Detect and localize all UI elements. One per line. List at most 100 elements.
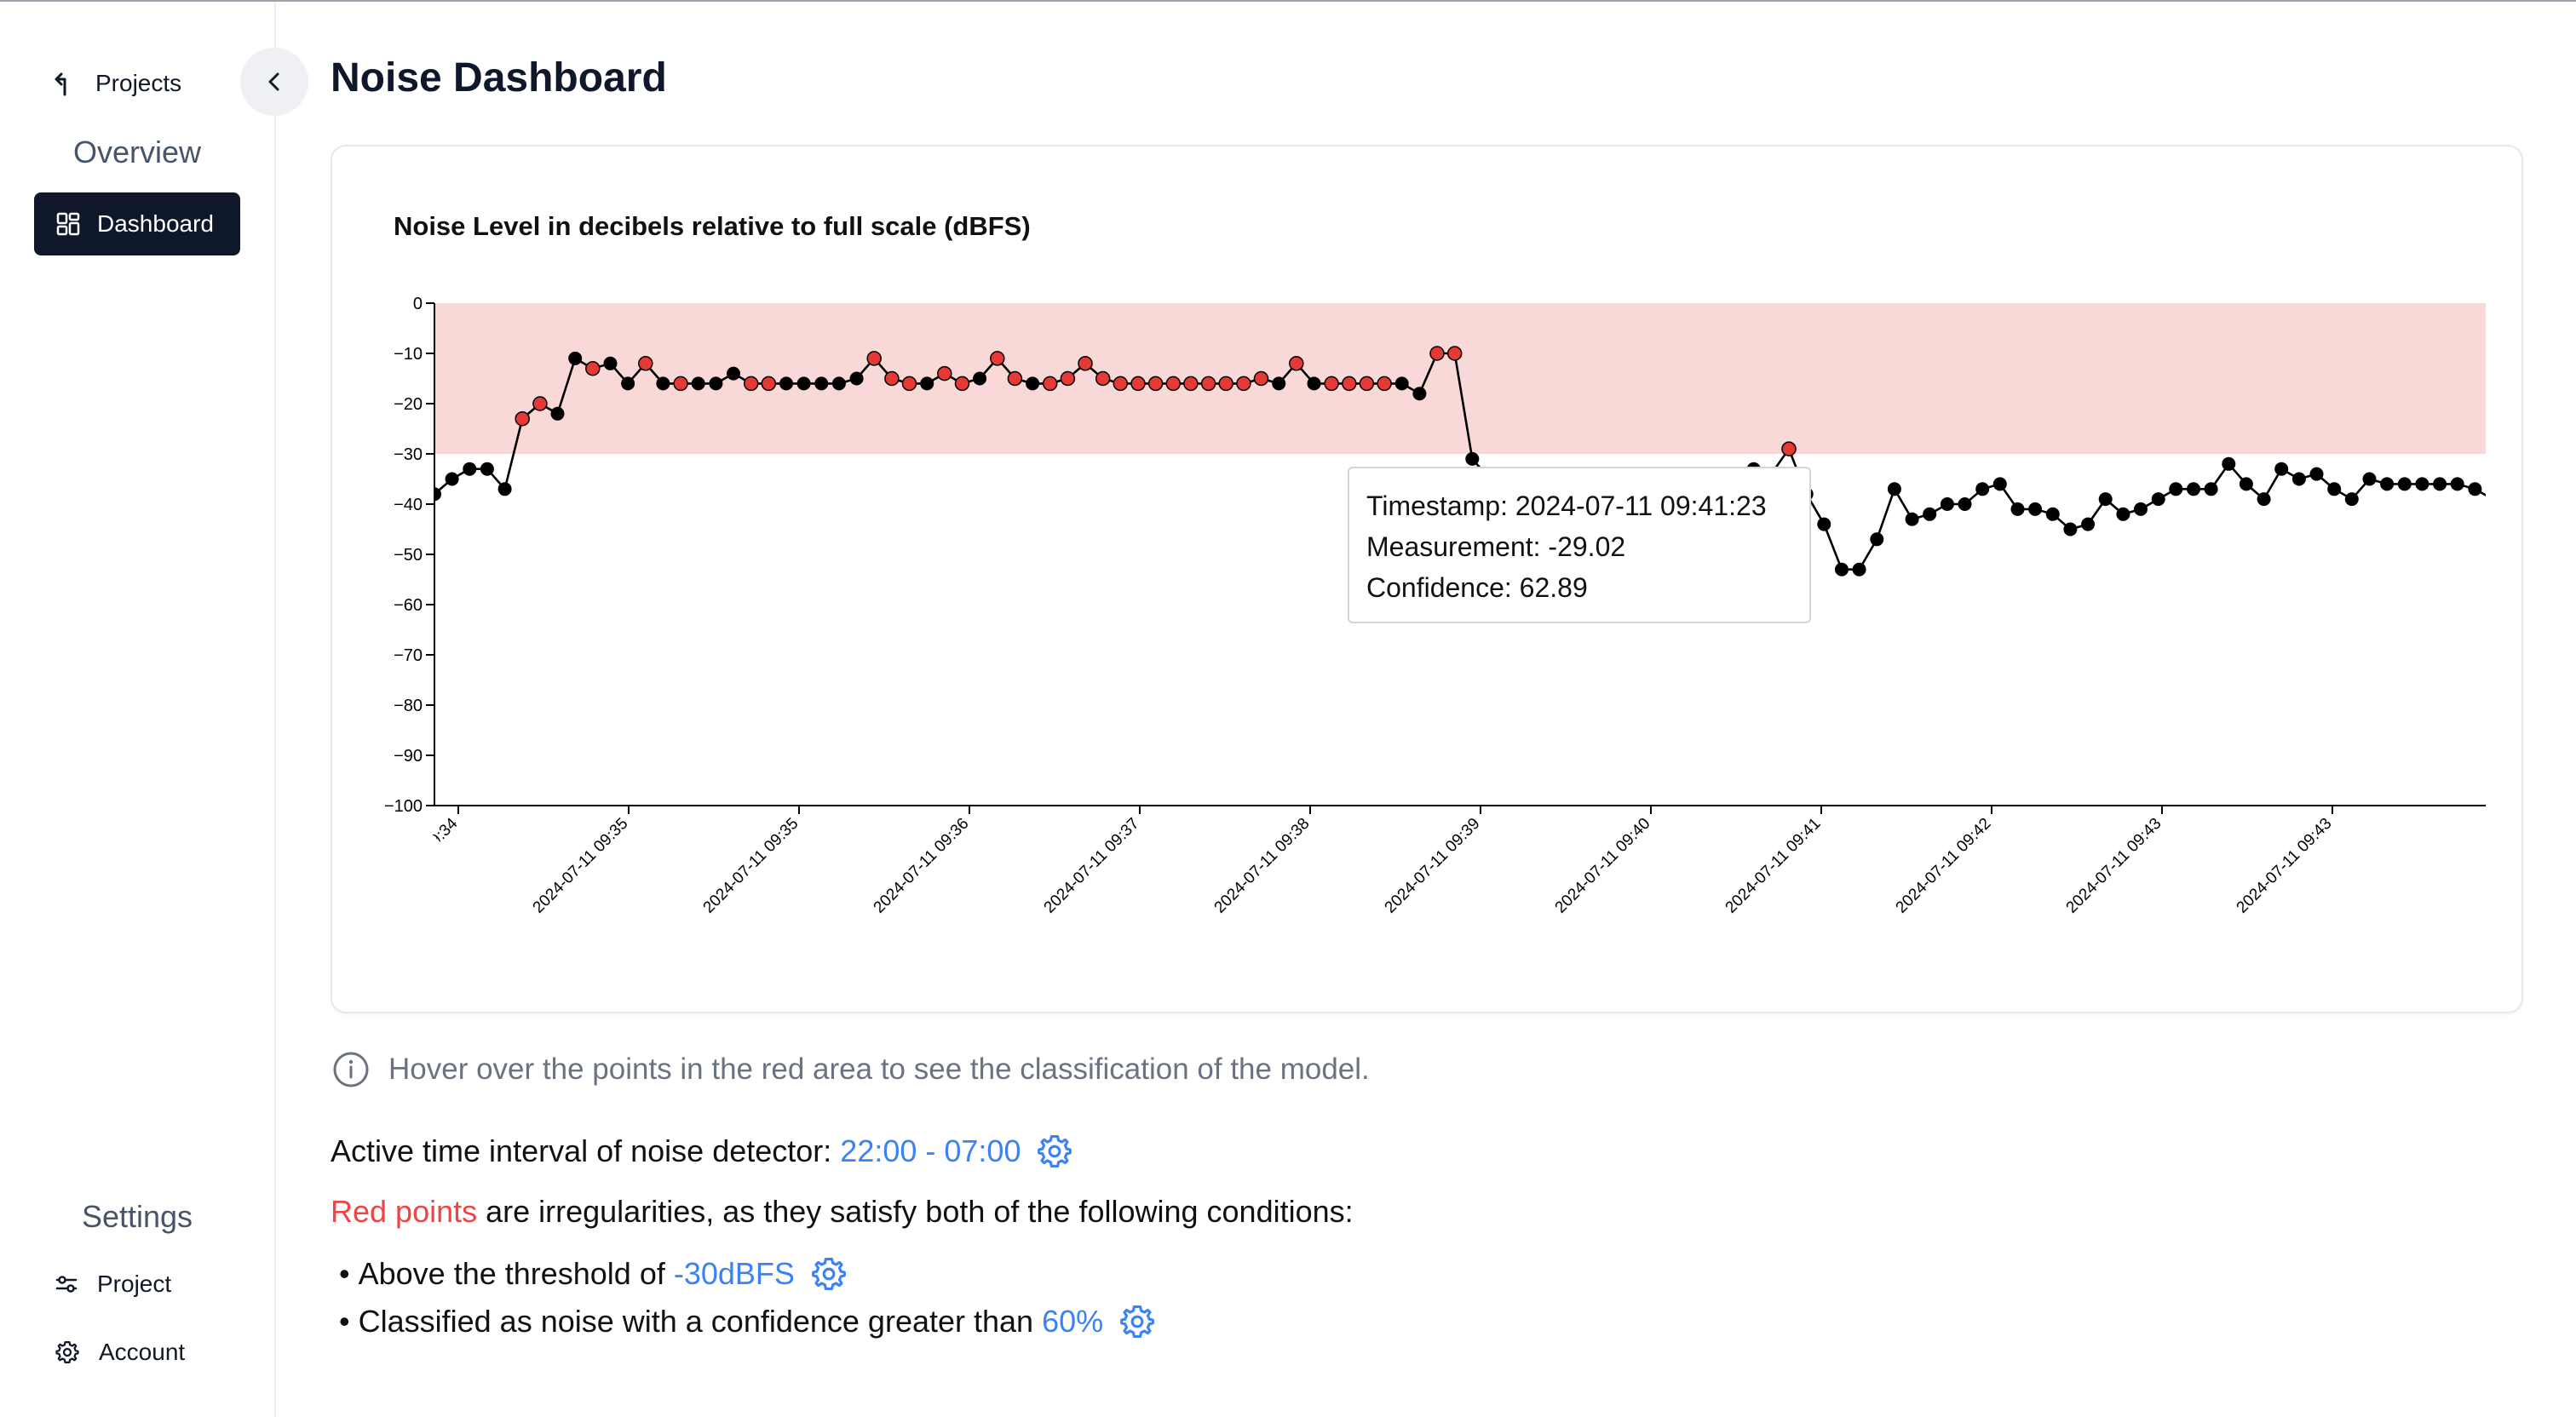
data-point bbox=[2063, 522, 2078, 536]
irregular-data-point bbox=[1377, 376, 1392, 392]
data-point bbox=[1272, 376, 1286, 391]
data-point bbox=[2045, 507, 2060, 521]
x-tick-label: 2024-07-11 09:42 bbox=[1893, 815, 1995, 917]
settings-heading: Settings bbox=[81, 1199, 193, 1234]
data-point bbox=[550, 406, 565, 421]
irregular-data-point bbox=[1095, 370, 1111, 387]
x-tick-label: 2024-07-11 09:34 bbox=[359, 814, 462, 916]
data-point bbox=[434, 487, 441, 502]
condition-threshold: • Above the threshold of -30dBFS bbox=[339, 1255, 848, 1293]
irregular-data-point bbox=[1236, 376, 1251, 392]
tooltip-measurement: Measurement: -29.02 bbox=[1366, 531, 1626, 562]
data-point bbox=[709, 376, 723, 391]
y-tick-label: 0 bbox=[413, 295, 423, 313]
gear-icon bbox=[1120, 1305, 1155, 1338]
projects-link-label: Projects bbox=[95, 70, 182, 96]
data-point bbox=[2415, 477, 2429, 491]
bullet-dot: • bbox=[339, 1256, 359, 1291]
data-point bbox=[2344, 492, 2359, 507]
data-point bbox=[2116, 507, 2130, 521]
interval-settings-button[interactable] bbox=[1036, 1133, 1073, 1170]
y-tick-label: −60 bbox=[394, 596, 423, 615]
confidence-settings-button[interactable] bbox=[1118, 1303, 1156, 1340]
data-point bbox=[2098, 492, 2113, 507]
data-point bbox=[2204, 482, 2218, 496]
irregular-data-point bbox=[1130, 376, 1146, 392]
data-point bbox=[568, 351, 583, 365]
data-point bbox=[480, 462, 494, 476]
data-point bbox=[2151, 492, 2165, 507]
data-point bbox=[2222, 456, 2236, 471]
data-point bbox=[2274, 462, 2289, 476]
data-point bbox=[2468, 482, 2482, 496]
y-tick-label: −50 bbox=[394, 546, 423, 565]
data-point bbox=[1905, 512, 1919, 526]
x-tick-label: 2024-07-11 09:38 bbox=[1211, 815, 1314, 917]
data-point bbox=[2433, 477, 2447, 491]
threshold-value[interactable]: -30dBFS bbox=[674, 1256, 795, 1292]
conditions-intro: Red points are irregularities, as they s… bbox=[331, 1194, 1354, 1230]
sidebar-item-dashboard[interactable]: Dashboard bbox=[34, 192, 240, 255]
irregular-data-point bbox=[937, 365, 952, 382]
irregular-data-point bbox=[1218, 376, 1233, 392]
x-tick-label: 2024-07-11 09:41 bbox=[1722, 815, 1825, 917]
sidebar-item-project[interactable]: Project bbox=[55, 1271, 171, 1298]
collapse-sidebar-button[interactable] bbox=[240, 48, 308, 116]
chart-tooltip: Timestamp: 2024-07-11 09:41:23 Measureme… bbox=[1348, 467, 1811, 623]
irregular-data-point bbox=[1147, 376, 1164, 392]
sidebar-item-label: Project bbox=[97, 1271, 172, 1297]
data-point bbox=[1992, 477, 2007, 491]
gear-icon bbox=[1038, 1135, 1072, 1167]
data-point bbox=[2291, 472, 2306, 486]
data-point bbox=[1940, 497, 1954, 511]
data-point bbox=[1975, 482, 1990, 496]
irregular-data-point bbox=[761, 376, 777, 392]
conditions-text: are irregularities, as they satisfy both… bbox=[477, 1194, 1354, 1229]
data-point bbox=[2362, 472, 2377, 486]
data-point bbox=[656, 376, 670, 391]
data-point bbox=[1307, 376, 1321, 391]
overview-heading: Overview bbox=[72, 135, 202, 169]
y-tick-label: −90 bbox=[394, 747, 423, 766]
irregular-data-point bbox=[1078, 356, 1093, 371]
red-points-label: Red points bbox=[331, 1194, 478, 1229]
irregular-data-point bbox=[1446, 346, 1463, 361]
data-point bbox=[1026, 376, 1040, 391]
page-title: Noise Dashboard bbox=[331, 55, 667, 100]
data-point bbox=[2380, 477, 2395, 491]
data-point bbox=[796, 376, 811, 391]
active-interval-line: Active time interval of noise detector: … bbox=[331, 1133, 1073, 1170]
data-point bbox=[1923, 507, 1937, 521]
irregular-data-point bbox=[1781, 441, 1797, 456]
gear-icon bbox=[812, 1258, 846, 1290]
grid-icon bbox=[56, 212, 80, 236]
data-point bbox=[2397, 477, 2412, 491]
irregular-data-point bbox=[1324, 376, 1339, 392]
data-point bbox=[727, 366, 740, 381]
irregular-data-point bbox=[866, 351, 882, 366]
y-tick-label: −40 bbox=[394, 496, 423, 514]
x-tick-label: 2024-07-11 09:43 bbox=[2063, 815, 2165, 917]
data-point bbox=[973, 371, 987, 386]
data-point bbox=[2187, 482, 2200, 496]
irregular-data-point bbox=[884, 370, 900, 387]
irregular-data-point bbox=[532, 396, 548, 411]
irregular-data-point bbox=[954, 376, 970, 392]
info-icon bbox=[333, 1052, 369, 1087]
sidebar-item-label: Account bbox=[99, 1339, 186, 1365]
irregular-data-point bbox=[1183, 376, 1199, 392]
y-tick-label: −10 bbox=[394, 345, 423, 364]
data-point bbox=[779, 376, 793, 391]
irregular-data-point bbox=[1342, 376, 1357, 392]
threshold-settings-button[interactable] bbox=[810, 1255, 848, 1293]
corner-up-left-icon bbox=[55, 72, 66, 96]
sliders-icon bbox=[55, 1276, 78, 1293]
confidence-value[interactable]: 60% bbox=[1042, 1304, 1103, 1340]
irregular-data-point bbox=[1253, 370, 1269, 387]
irregular-data-point bbox=[1200, 376, 1216, 392]
interval-value[interactable]: 22:00 - 07:00 bbox=[840, 1133, 1021, 1169]
sidebar-item-account[interactable]: Account bbox=[55, 1339, 185, 1366]
projects-link[interactable]: Projects bbox=[53, 70, 181, 97]
data-point bbox=[2134, 502, 2148, 516]
window-top-border bbox=[0, 0, 2576, 2]
